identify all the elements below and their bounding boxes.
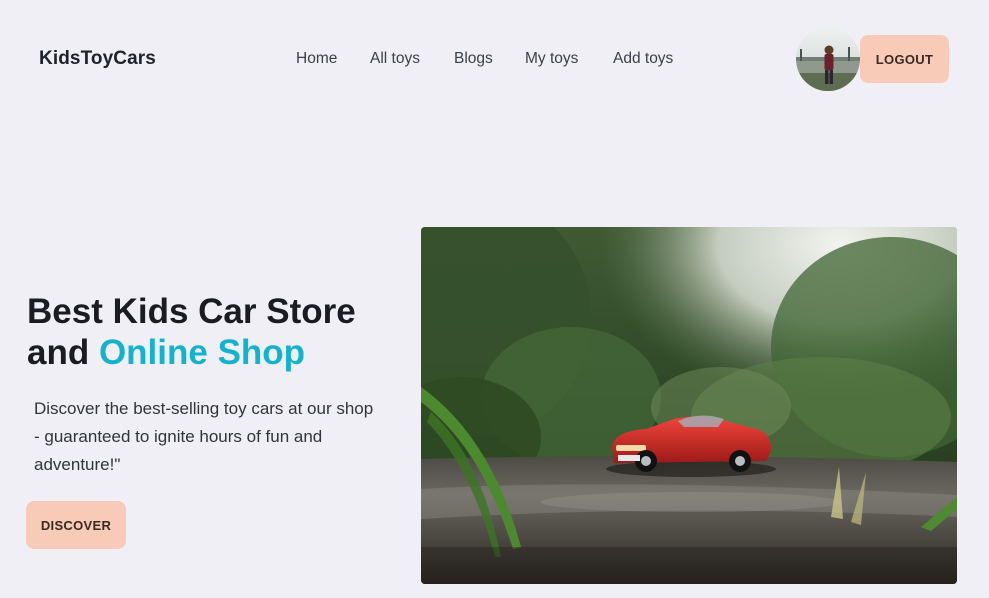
discover-button[interactable]: DISCOVER [26, 501, 126, 549]
nav-my-toys[interactable]: My toys [525, 50, 578, 68]
user-avatar[interactable] [796, 27, 860, 91]
hero-image [421, 227, 957, 584]
hero-title-line1: Best Kids Car Store [27, 292, 356, 331]
nav-add-toys[interactable]: Add toys [613, 50, 673, 68]
hero-title: Best Kids Car Store and Online Shop [27, 291, 356, 373]
nav-blogs[interactable]: Blogs [454, 50, 493, 68]
toy-car-photo [421, 227, 957, 584]
hero-title-accent: Online Shop [98, 333, 306, 372]
avatar-photo [796, 27, 860, 91]
nav-all-toys[interactable]: All toys [370, 50, 420, 68]
page: KidsToyCars Home All toys Blogs My toys … [0, 0, 989, 598]
hero-description: Discover the best-selling toy cars at ou… [34, 399, 374, 474]
nav-home[interactable]: Home [296, 50, 337, 68]
logout-button[interactable]: LOGOUT [860, 35, 949, 83]
hero-title-line2-prefix: and [27, 333, 99, 372]
